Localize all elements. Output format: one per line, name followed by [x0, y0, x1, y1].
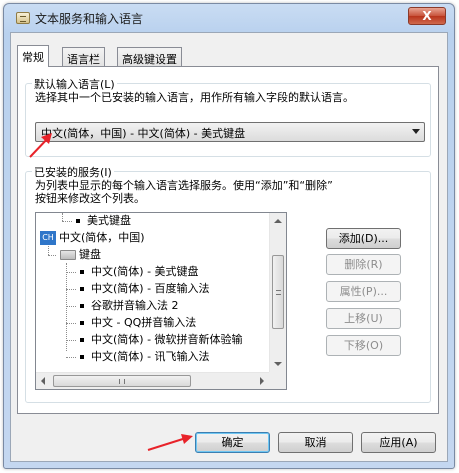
- default-language-description: 选择其中一个已安装的输入语言，用作所有输入字段的默认语言。: [35, 91, 354, 104]
- services-tree-list[interactable]: 美式键盘 CH 中文(简体，中国) 键盘 中文(简体) - 美式键盘 中文(简体)…: [35, 212, 287, 390]
- tree-connector: [66, 356, 76, 358]
- bullet-icon: [76, 219, 80, 223]
- cancel-button[interactable]: 取消: [278, 432, 353, 453]
- move-down-button[interactable]: 下移(O): [326, 335, 401, 356]
- list-item-label: 中文(简体) - 讯飞输入法: [91, 350, 210, 363]
- list-item[interactable]: 中文(简体) - 美式键盘: [66, 264, 199, 280]
- list-item-label: 中文(简体) - 微软拼音新体验输: [91, 333, 243, 346]
- apply-button[interactable]: 应用(A): [361, 432, 436, 453]
- keyboard-app-icon: [16, 12, 30, 24]
- scroll-up-arrow-icon[interactable]: [274, 219, 282, 223]
- scroll-right-arrow-icon[interactable]: [260, 377, 264, 385]
- scroll-down-arrow-icon[interactable]: [274, 362, 282, 366]
- vertical-scrollbar[interactable]: [269, 213, 286, 373]
- scrollbar-corner: [269, 372, 286, 389]
- default-language-selected: 中文(简体，中国) - 中文(简体) - 美式键盘: [41, 127, 246, 140]
- add-button[interactable]: 添加(D)...: [326, 228, 401, 249]
- move-up-button[interactable]: 上移(U): [326, 308, 401, 329]
- tree-item-label: 美式键盘: [87, 214, 131, 227]
- bullet-icon: [80, 287, 84, 291]
- vertical-scroll-thumb[interactable]: [272, 255, 284, 329]
- bullet-icon: [80, 270, 84, 274]
- dialog-client-area: 常规 语言栏 高级键设置 默认输入语言(L) 选择其中一个已安装的输入语言，用作…: [10, 32, 448, 462]
- list-item-label: 中文(简体) - 美式键盘: [91, 265, 199, 278]
- dialog-window: 文本服务和输入语言 X 常规 语言栏 高级键设置 默认输入语言(L) 选择其中一…: [3, 3, 455, 469]
- remove-button[interactable]: 删除(R): [326, 254, 401, 275]
- list-item[interactable]: 中文(简体) - 讯飞输入法: [66, 349, 210, 365]
- tree-language-label: 中文(简体，中国): [59, 231, 145, 244]
- list-item[interactable]: 谷歌拼音输入法 2: [66, 298, 179, 314]
- tab-panel-general: 默认输入语言(L) 选择其中一个已安装的输入语言，用作所有输入字段的默认语言。 …: [17, 66, 439, 414]
- installed-services-group: 已安装的服务(I) 为列表中显示的每个输入语言选择服务。使用“添加”和“删除” …: [25, 164, 431, 403]
- tree-group-label: 键盘: [79, 248, 101, 261]
- default-language-dropdown[interactable]: 中文(简体，中国) - 中文(简体) - 美式键盘: [35, 122, 425, 142]
- tree-connector: [66, 322, 76, 324]
- tab-general[interactable]: 常规: [17, 45, 49, 67]
- grip-icon: [276, 290, 281, 295]
- grip-icon: [119, 379, 125, 384]
- tree-connector: [66, 271, 76, 273]
- language-ch-icon: CH: [40, 231, 56, 245]
- horizontal-scroll-thumb[interactable]: [53, 375, 191, 387]
- list-item-label: 中文(简体) - 百度输入法: [91, 282, 210, 295]
- installed-services-description-line2: 按钮来修改这个列表。: [35, 192, 145, 205]
- close-button[interactable]: X: [408, 7, 446, 25]
- scroll-left-arrow-icon[interactable]: [41, 377, 45, 385]
- tree-connector: [62, 220, 72, 222]
- bullet-icon: [80, 338, 84, 342]
- bullet-icon: [80, 321, 84, 325]
- list-item[interactable]: 中文(简体) - 百度输入法: [66, 281, 210, 297]
- bullet-icon: [80, 355, 84, 359]
- keyboard-icon: [60, 250, 76, 260]
- installed-services-description-line1: 为列表中显示的每个输入语言选择服务。使用“添加”和“删除”: [35, 179, 333, 192]
- list-item-label: 中文 - QQ拼音输入法: [91, 316, 197, 329]
- list-item[interactable]: 中文 - QQ拼音输入法: [66, 315, 196, 331]
- tree-connector: [48, 254, 56, 256]
- list-item-label: 谷歌拼音输入法 2: [91, 299, 179, 312]
- tree-connector: [66, 305, 76, 307]
- tab-language-bar[interactable]: 语言栏: [62, 47, 105, 66]
- tab-advanced-key-settings[interactable]: 高级键设置: [117, 47, 182, 66]
- properties-button[interactable]: 属性(P)...: [326, 281, 401, 302]
- list-item[interactable]: 中文(简体) - 微软拼音新体验输: [66, 332, 243, 348]
- default-language-group-label: 默认输入语言(L): [32, 76, 117, 92]
- tree-language-node[interactable]: CH 中文(简体，中国): [40, 230, 145, 246]
- installed-services-group-label: 已安装的服务(I): [32, 164, 114, 180]
- tree-keyboard-group[interactable]: 键盘: [48, 247, 101, 263]
- ok-button[interactable]: 确定: [195, 432, 270, 453]
- default-language-group: 默认输入语言(L) 选择其中一个已安装的输入语言，用作所有输入字段的默认语言。 …: [25, 76, 431, 157]
- window-title: 文本服务和输入语言: [35, 12, 144, 26]
- tree-connector: [66, 288, 76, 290]
- horizontal-scrollbar[interactable]: [36, 372, 270, 389]
- title-bar[interactable]: 文本服务和输入语言 X: [4, 4, 454, 32]
- bullet-icon: [80, 304, 84, 308]
- tree-connector: [66, 339, 76, 341]
- tree-item-partial[interactable]: 美式键盘: [62, 213, 131, 229]
- chevron-down-icon: [412, 129, 420, 134]
